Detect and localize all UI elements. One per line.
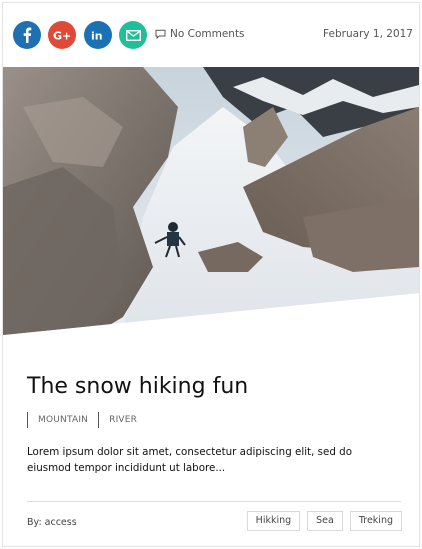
linkedin-icon: in [91, 30, 103, 42]
featured-image[interactable] [3, 67, 419, 335]
post-excerpt: Lorem ipsum dolor sit amet, consectetur … [27, 446, 352, 475]
email-icon [125, 29, 141, 41]
post-meta-bar: G+ in No Comments February 1, 2017 [3, 3, 419, 67]
facebook-icon [23, 27, 32, 43]
post-categories: MOUNTAIN RIVER [27, 412, 399, 429]
post-content: The snow hiking fun MOUNTAIN RIVER Lorem… [27, 374, 399, 486]
post-title[interactable]: The snow hiking fun [27, 374, 399, 399]
comments-link[interactable]: No Comments [155, 28, 245, 40]
comment-icon [155, 29, 166, 39]
google-plus-share-button[interactable]: G+ [48, 21, 76, 49]
google-plus-icon: G+ [53, 30, 71, 42]
svg-text:G+: G+ [53, 30, 71, 42]
tag-link[interactable]: Hikking [246, 511, 301, 531]
post-date: February 1, 2017 [323, 28, 413, 40]
footer-divider [27, 501, 401, 502]
linkedin-share-button[interactable]: in [84, 21, 112, 49]
post-tags: Hikking Sea Treking [246, 511, 402, 531]
post-card: G+ in No Comments February 1, 2017 The s… [2, 2, 420, 547]
facebook-share-button[interactable] [13, 21, 41, 49]
tag-link[interactable]: Treking [349, 511, 402, 531]
tag-link[interactable]: Sea [307, 511, 343, 531]
category-link[interactable]: MOUNTAIN [27, 412, 98, 429]
post-author: By: access [27, 517, 77, 528]
category-link[interactable]: RIVER [98, 412, 147, 429]
svg-text:in: in [91, 30, 103, 42]
email-share-button[interactable] [119, 21, 147, 49]
comments-label: No Comments [170, 28, 245, 40]
